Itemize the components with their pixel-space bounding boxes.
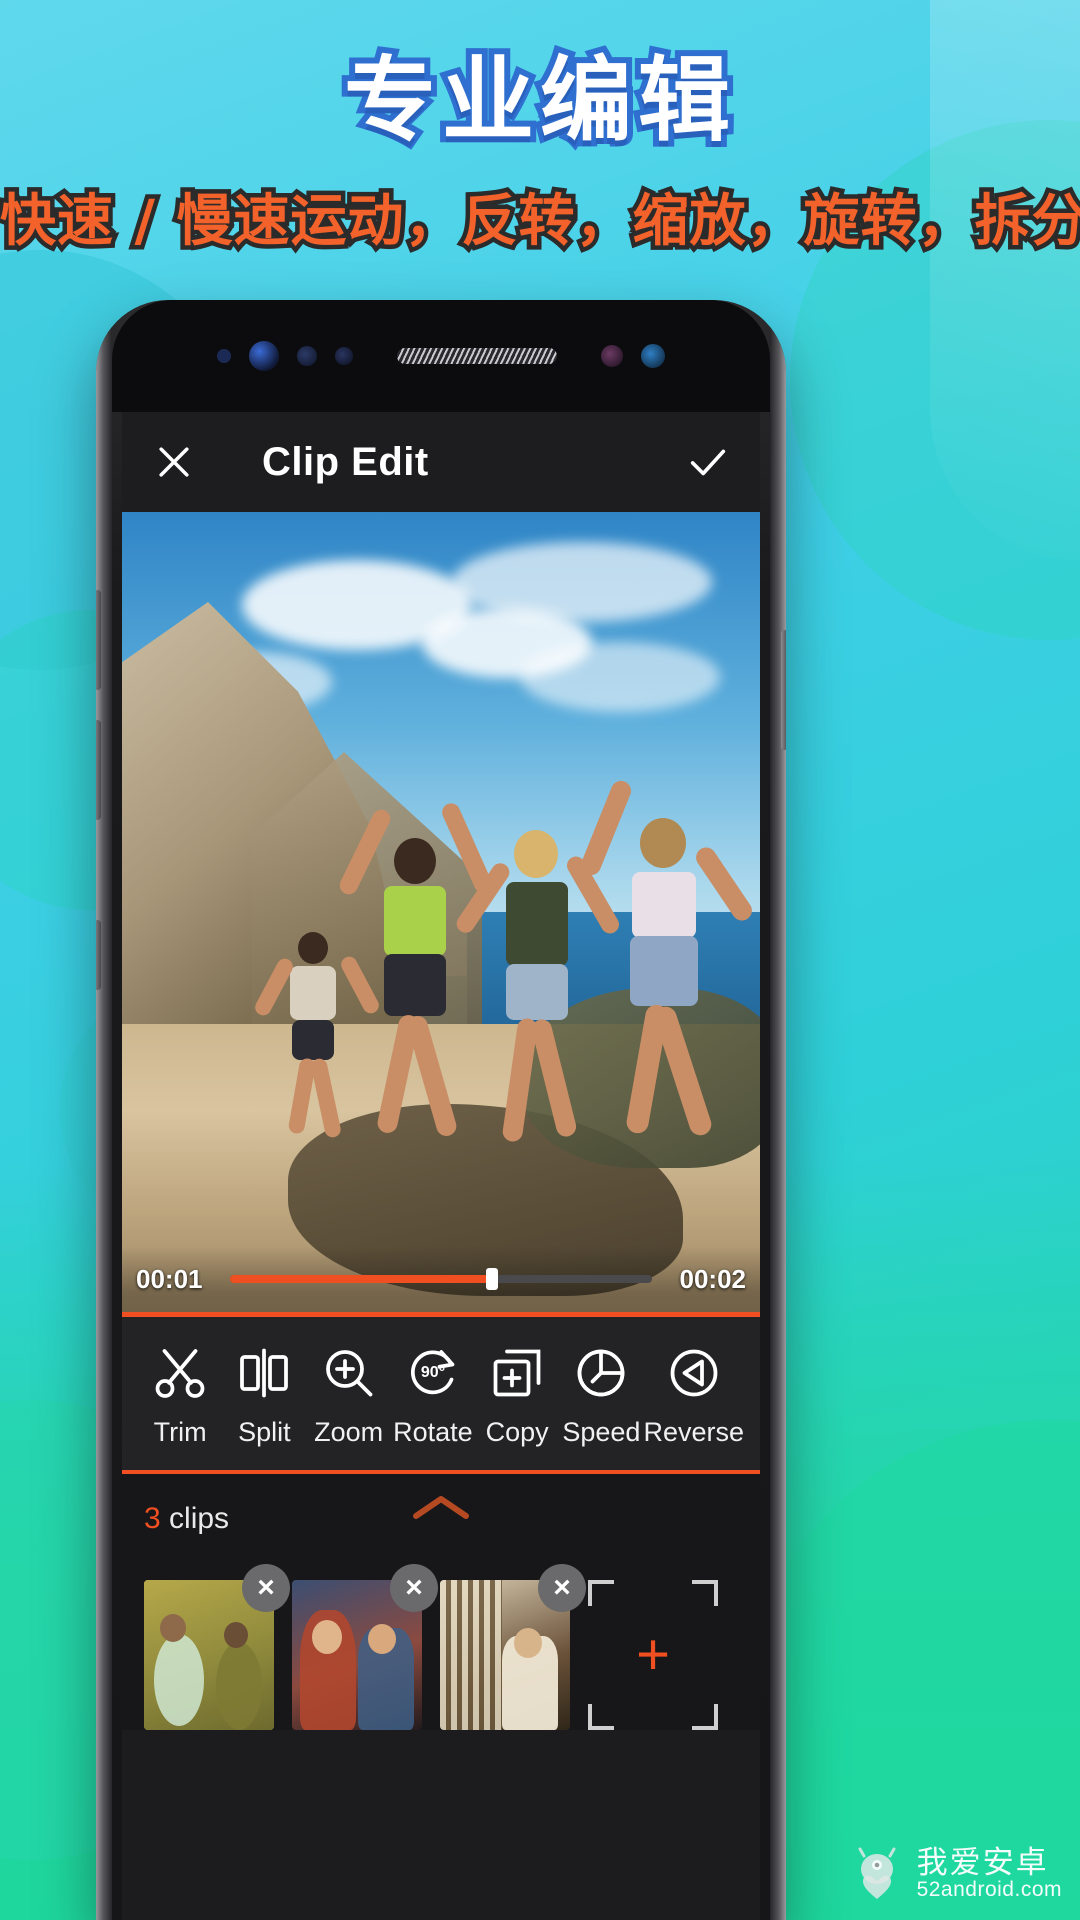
rotate-90-icon: 90° [410,1350,455,1395]
watermark-cn: 我爱安卓 [916,1844,1049,1881]
tool-copy[interactable]: Copy [475,1343,559,1448]
watermark-text: 我爱安卓 52android.com [917,1847,1062,1902]
timeline-scrubber[interactable]: 00:01 00:02 [122,1246,760,1312]
clips-list: × × × + [144,1564,738,1730]
app-bar: Clip Edit [122,412,760,512]
clips-count-label: 3 clips [144,1502,229,1536]
chevron-up-icon [413,1496,469,1519]
remove-clip-button[interactable]: × [538,1564,586,1612]
tool-label: Rotate [393,1417,473,1447]
assistant-button[interactable] [96,920,101,990]
secondary-sensor-icon [641,344,665,368]
preview-person [577,777,756,1212]
plus-icon: + [636,1622,670,1687]
frame-corner [588,1704,614,1730]
watermark-en: 52android.com [916,1878,1062,1902]
add-clip-button[interactable]: + [588,1580,718,1730]
preview-person [336,800,495,1212]
volume-down-button[interactable] [96,720,101,820]
light-sensor-icon [297,346,317,366]
phone-top-bezel [112,300,770,412]
rotate-badge: 90° [421,1364,445,1381]
magnifier-plus-icon [325,1350,372,1397]
promo-headline: 专业编辑 [338,42,736,160]
current-time-label: 00:01 [136,1263,203,1294]
tool-label: Split [238,1417,291,1447]
tool-zoom[interactable]: Zoom [307,1343,391,1448]
tool-label: Reverse [643,1417,745,1447]
clips-section: 3 clips × × × + [122,1470,760,1730]
split-icon [240,1348,289,1398]
clip-thumbnail-2[interactable]: × [292,1564,438,1730]
led-indicator-icon [335,347,353,365]
clip-thumbnail-3[interactable]: × [440,1564,586,1730]
promo-subheadline: 快速 / 慢速运动，反转，缩放，旋转，拆分 [0,184,1080,258]
tool-trim[interactable]: Trim [138,1343,222,1448]
frame-corner [692,1704,718,1730]
preview-cloud [452,542,712,622]
close-icon [159,447,189,477]
phone-left-edge [96,300,112,1920]
clip-thumbnail-1[interactable]: × [144,1564,290,1730]
remove-clip-button[interactable]: × [390,1564,438,1612]
clips-header: 3 clips [144,1492,738,1546]
site-watermark: 我爱安卓 52android.com [851,1846,1062,1902]
preview-person [252,932,382,1182]
front-camera-icon [601,345,623,367]
collapse-clips-button[interactable] [410,1490,472,1531]
tool-label: Speed [562,1417,641,1447]
total-time-label: 00:02 [679,1263,747,1294]
proximity-sensor-icon [217,349,231,363]
frame-corner [588,1580,614,1606]
copy-plus-icon [493,1349,541,1397]
volume-up-button[interactable] [96,590,101,690]
tool-split[interactable]: Split [222,1343,306,1448]
timeline-progress-fill [230,1275,492,1283]
clip-edit-toolbar: Trim Split Zoom 90° Rotate Copy Speed Re… [122,1312,760,1470]
tool-label: Copy [485,1417,549,1447]
tool-label: Zoom [314,1417,384,1447]
clips-count-suffix: clips [160,1502,230,1535]
remove-clip-button[interactable]: × [242,1564,290,1612]
timeline-track[interactable] [230,1268,652,1290]
reverse-arrow-icon [670,1349,718,1397]
close-button[interactable] [148,436,200,488]
video-preview[interactable]: 00:01 00:02 [122,512,760,1312]
tool-reverse[interactable]: Reverse [643,1343,745,1448]
phone-right-edge [770,300,786,1920]
preview-person [453,812,623,1212]
power-button[interactable] [781,630,786,750]
preview-cloud [520,642,720,712]
stopwatch-icon [577,1349,625,1397]
iris-scanner-icon [249,341,279,371]
confirm-button[interactable] [682,436,734,488]
timeline-thumb[interactable] [485,1268,498,1290]
frame-corner [692,1580,718,1606]
page-title: Clip Edit [262,439,429,484]
earpiece-speaker-icon [397,348,557,364]
phone-mockup: Clip Edit 00:01 00:02 Trim Split Zoom 90… [96,300,786,1920]
tool-speed[interactable]: Speed [559,1343,643,1448]
check-icon [690,449,726,476]
android-robot-icon [858,1847,896,1899]
tool-label: Trim [153,1417,207,1447]
promo-text-block: 专业编辑 快速 / 慢速运动，反转，缩放，旋转，拆分 [0,42,1080,259]
scissors-icon [155,1349,205,1398]
promo-screenshot: 专业编辑 快速 / 慢速运动，反转，缩放，旋转，拆分 Clip Edit 00:… [0,0,1080,1920]
tool-rotate[interactable]: 90° Rotate [391,1343,475,1448]
clips-count-number: 3 [144,1502,161,1535]
phone-screen: Clip Edit 00:01 00:02 Trim Split Zoom 90… [122,412,760,1920]
